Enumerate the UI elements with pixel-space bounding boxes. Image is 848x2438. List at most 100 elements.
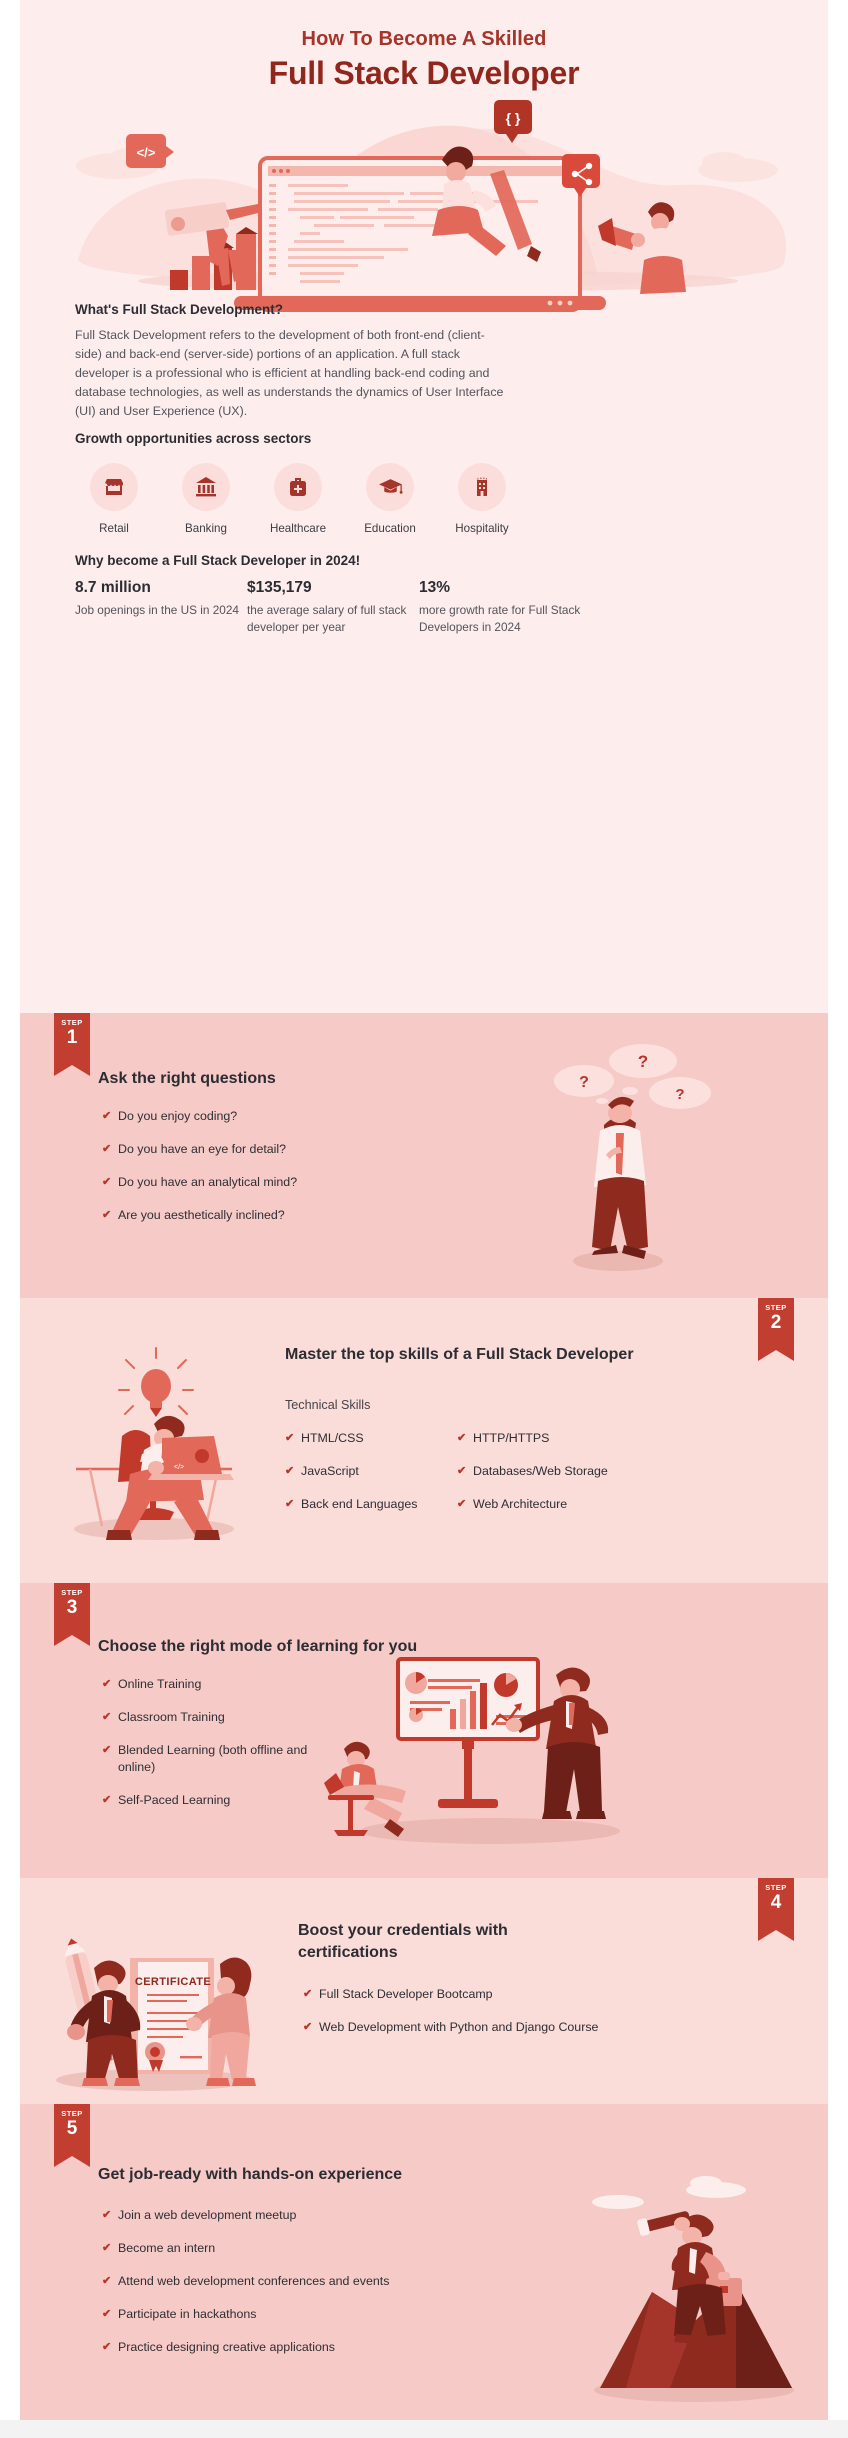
check-icon: ✔	[102, 2242, 112, 2254]
step-2-checklist-right: ✔ HTTP/HTTPS ✔ Databases/Web Storage ✔ Web …	[457, 1430, 697, 1529]
step-4-illustration: CERTIFICATE	[34, 1890, 274, 2098]
bank-icon	[182, 463, 230, 511]
list-item: ✔ Back end Languages	[285, 1496, 465, 1513]
list-item-label: Web Architecture	[473, 1497, 568, 1511]
step-label: STEP	[61, 1018, 83, 1027]
sector-label: Banking	[185, 522, 227, 535]
list-item: ✔ Online Training	[102, 1676, 332, 1693]
step-section-1: STEP 1 Ask the right questions ✔ Do you e…	[20, 1013, 828, 1298]
sector-label: Hospitality	[455, 522, 509, 535]
step-3-illustration	[320, 1653, 640, 1853]
check-icon: ✔	[102, 1678, 112, 1690]
sector-item-retail[interactable]: Retail	[68, 463, 160, 535]
svg-text:</>: </>	[137, 145, 156, 160]
svg-text:{ }: { }	[506, 110, 521, 126]
check-icon: ✔	[102, 1209, 112, 1221]
sector-list: Retail Banking Healthcare Education Hosp…	[68, 463, 538, 535]
check-icon: ✔	[102, 2308, 112, 2320]
sector-item-healthcare[interactable]: Healthcare	[252, 463, 344, 535]
list-item: ✔ Web Architecture	[457, 1496, 697, 1513]
list-item: ✔ HTTP/HTTPS	[457, 1430, 697, 1447]
list-item-label: Databases/Web Storage	[473, 1464, 608, 1478]
list-item: ✔ Join a web development meetup	[102, 2207, 522, 2224]
list-item: ✔ Practice designing creative application…	[102, 2339, 522, 2356]
step-label: STEP	[61, 1588, 83, 1597]
sector-item-hospitality[interactable]: Hospitality	[436, 463, 528, 535]
sector-item-banking[interactable]: Banking	[160, 463, 252, 535]
list-item-label: Attend web development conferences and e…	[118, 2274, 390, 2288]
step-title-4: Boost your credentials with certificatio…	[298, 1922, 508, 1961]
graduation-cap-icon	[366, 463, 414, 511]
check-icon: ✔	[102, 1711, 112, 1723]
step-5-checklist: ✔ Join a web development meetup ✔ Become a…	[102, 2207, 522, 2372]
step-number: 2	[770, 1312, 782, 1333]
left-margin	[0, 0, 20, 2438]
list-item: ✔ Databases/Web Storage	[457, 1463, 697, 1480]
step-ribbon-2: STEP 2	[758, 1298, 794, 1361]
stat-card: 13% more growth rate for Full Stack Deve…	[419, 579, 591, 636]
list-item-label: Become an intern	[118, 2241, 216, 2255]
check-icon: ✔	[285, 1432, 295, 1444]
step-section-5: STEP 5 Get job-ready with hands-on exper…	[20, 2104, 828, 2420]
check-icon: ✔	[457, 1498, 467, 1510]
check-icon: ✔	[303, 1988, 313, 2000]
check-icon: ✔	[102, 1110, 112, 1122]
stat-description: more growth rate for Full Stack Develope…	[419, 603, 581, 634]
list-item-label: HTTP/HTTPS	[473, 1431, 550, 1445]
step-5-illustration	[586, 2166, 816, 2416]
step-title-5: Get job-ready with hands-on experience	[98, 2166, 403, 2183]
list-item-label: Self-Paced Learning	[118, 1793, 231, 1807]
step-ribbon-1: STEP 1	[54, 1013, 90, 1076]
sector-label: Retail	[99, 522, 129, 535]
list-item-label: Are you aesthetically inclined?	[118, 1208, 285, 1222]
list-item-label: Practice designing creative applications	[118, 2340, 335, 2354]
list-item: ✔ HTML/CSS	[285, 1430, 465, 1447]
list-item: ✔ Do you enjoy coding?	[102, 1108, 422, 1125]
list-item: ✔ Self-Paced Learning	[102, 1792, 332, 1809]
stat-card: 8.7 million Job openings in the US in 20…	[75, 579, 247, 636]
check-icon: ✔	[102, 1176, 112, 1188]
right-margin	[828, 0, 848, 2438]
check-icon: ✔	[285, 1498, 295, 1510]
list-item: ✔ JavaScript	[285, 1463, 465, 1480]
infographic-page: How To Become A Skilled Full Stack Devel…	[0, 0, 848, 2438]
step-ribbon-4: STEP 4	[758, 1878, 794, 1941]
step-ribbon-5: STEP 5	[54, 2104, 90, 2167]
list-item-label: HTML/CSS	[301, 1431, 364, 1445]
list-item-label: Do you have an analytical mind?	[118, 1175, 298, 1189]
stat-description: Job openings in the US in 2024	[75, 603, 239, 617]
step-number: 5	[66, 2118, 78, 2139]
step-3-checklist: ✔ Online Training ✔ Classroom Training ✔ Bl…	[102, 1676, 332, 1825]
stat-value: $135,179	[247, 579, 312, 596]
step-label: STEP	[61, 2109, 83, 2118]
list-item: ✔ Attend web development conferences and …	[102, 2273, 522, 2290]
svg-text:?: ?	[638, 1052, 648, 1071]
step-section-4: STEP 4 Boost your credentials with certi…	[20, 1878, 828, 2104]
list-item: ✔ Blended Learning (both offline and onli…	[102, 1742, 332, 1776]
step-1-illustration: ? ? ?	[520, 1033, 820, 1283]
sector-label: Healthcare	[269, 522, 327, 535]
check-icon: ✔	[102, 1143, 112, 1155]
stat-card: $135,179 the average salary of full stac…	[247, 579, 419, 636]
check-icon: ✔	[303, 2021, 313, 2033]
check-icon: ✔	[102, 1794, 112, 1806]
step-title-2: Master the top skills of a Full Stack De…	[285, 1346, 634, 1363]
list-item-label: Full Stack Developer Bootcamp	[319, 1987, 493, 2001]
list-item: ✔ Classroom Training	[102, 1709, 332, 1726]
step-section-3: STEP 3 Choose the right mode of learning…	[20, 1583, 828, 1878]
list-item-label: Web Development with Python and Django C…	[319, 2020, 599, 2034]
list-item: ✔ Full Stack Developer Bootcamp	[303, 1986, 723, 2003]
store-icon	[90, 463, 138, 511]
check-icon: ✔	[457, 1465, 467, 1477]
stat-value: 8.7 million	[75, 579, 151, 596]
list-item: ✔ Web Development with Python and Django …	[303, 2019, 723, 2036]
list-item: ✔ Are you aesthetically inclined?	[102, 1207, 422, 1224]
stat-description: the average salary of full stack develop…	[247, 603, 407, 634]
list-item-label: Blended Learning (both offline and onlin…	[118, 1743, 308, 1774]
list-item-label: Participate in hackathons	[118, 2307, 257, 2321]
step-2-checklist-left: ✔ HTML/CSS ✔ JavaScript ✔ Back end Language…	[285, 1430, 465, 1529]
hero-illustration: </> { }	[38, 100, 810, 312]
sector-item-education[interactable]: Education	[344, 463, 436, 535]
list-item-label: Do you enjoy coding?	[118, 1109, 238, 1123]
step-section-2: STEP 2 Master the top skills of a Full S…	[20, 1298, 828, 1583]
